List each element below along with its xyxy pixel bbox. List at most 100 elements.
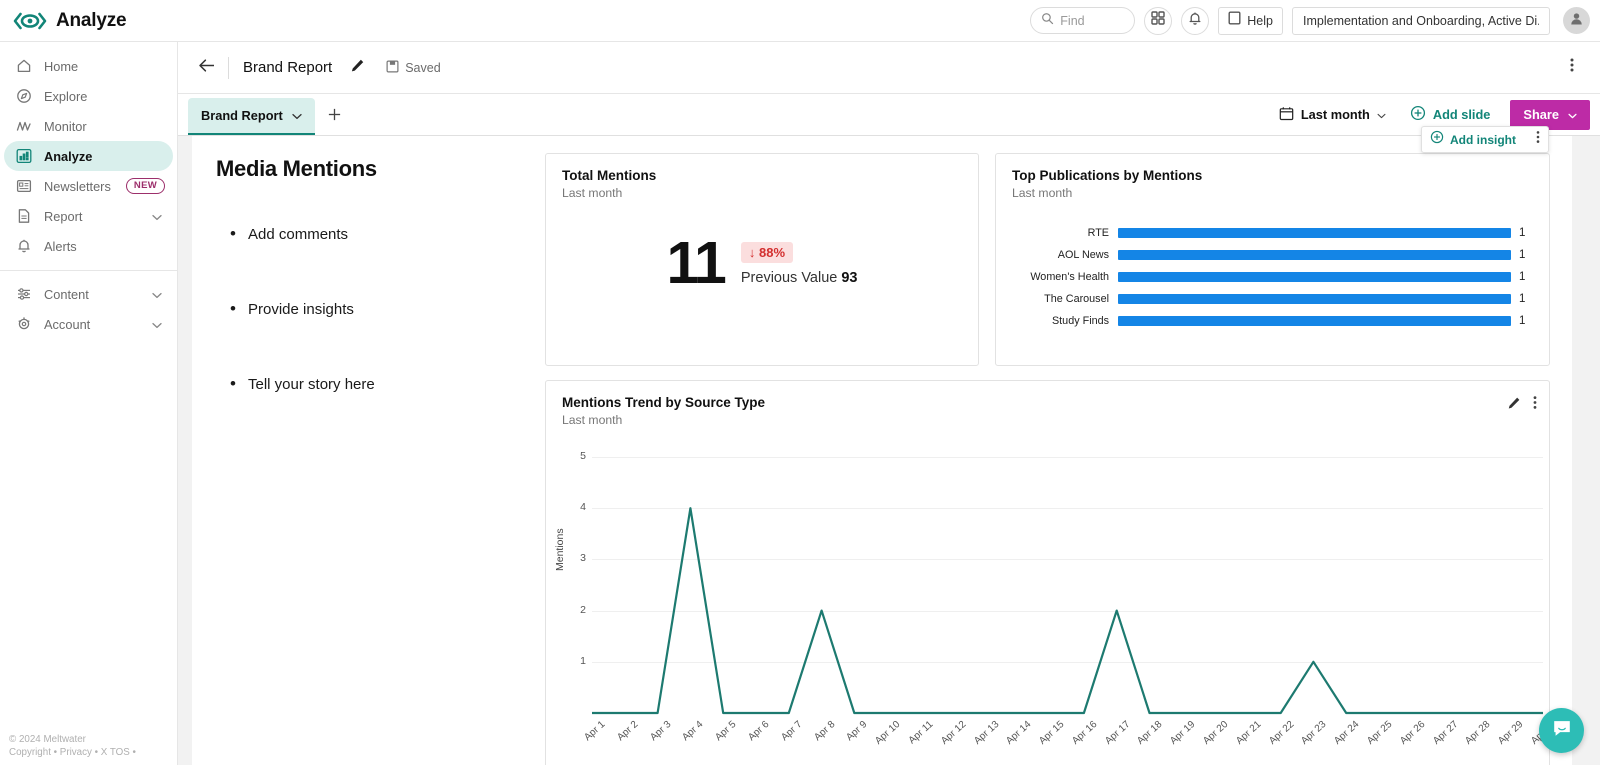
- sliders-icon: [16, 286, 32, 302]
- x-axis-tick: Apr 25: [1365, 719, 1395, 747]
- sidebar-item-newsletters[interactable]: Newsletters NEW: [4, 171, 173, 201]
- arrow-left-icon: [198, 58, 216, 78]
- x-axis: Apr 1 Apr 2 Apr 3 Apr 4 Apr 5 Apr 6 Apr 7 Apr 8…: [582, 713, 1558, 765]
- page-title: Brand Report: [243, 59, 333, 76]
- bar-track: [1118, 244, 1511, 266]
- date-range-picker[interactable]: Last month: [1267, 100, 1398, 130]
- chevron-down-icon: [152, 209, 162, 224]
- kebab-menu-icon[interactable]: [1536, 130, 1540, 149]
- date-range-label: Last month: [1300, 107, 1370, 122]
- card-subtitle: Last month: [1012, 186, 1073, 200]
- x-axis-tick: Apr 12: [938, 719, 969, 747]
- bar-category-label: RTE: [1087, 227, 1109, 239]
- save-status: Saved: [386, 60, 441, 76]
- sidebar-item-label: Monitor: [44, 118, 87, 134]
- avatar[interactable]: [1563, 7, 1590, 34]
- chat-bubble-icon: [1551, 717, 1573, 744]
- bar-value-label: 1: [1519, 227, 1526, 239]
- card-mentions-trend[interactable]: Mentions Trend by Source Type Last month…: [545, 380, 1558, 765]
- pencil-icon[interactable]: [1507, 396, 1521, 415]
- global-header: Analyze Find Help Implementation and Onb…: [0, 0, 1600, 42]
- slide-toolbar: Brand Report Last month Add slide Share: [178, 94, 1600, 136]
- status-badge: NEW: [125, 178, 165, 194]
- chevron-down-icon: [1568, 107, 1577, 122]
- user-avatar-icon: [1569, 11, 1584, 31]
- notifications-button[interactable]: [1181, 6, 1210, 35]
- slide-heading: Media Mentions: [216, 156, 377, 181]
- x-axis-tick: Apr 29: [1496, 719, 1526, 747]
- x-axis-tick: Apr 8: [811, 719, 837, 744]
- search-placeholder: Find: [1060, 13, 1085, 28]
- add-slide-button[interactable]: Add slide: [1398, 100, 1503, 130]
- bar-fill[interactable]: [1118, 294, 1511, 304]
- sidebar-item-alerts[interactable]: Alerts: [4, 231, 173, 261]
- x-axis-tick: Apr 27: [1430, 719, 1460, 747]
- sidebar-item-label: Account: [44, 316, 91, 332]
- add-slide-label: Add slide: [1432, 107, 1491, 122]
- bar-chart-row: Study Finds 1: [996, 310, 1533, 332]
- account-label: Implementation and Onboarding, Active Di…: [1303, 13, 1539, 28]
- card-top-publications[interactable]: Top Publications by Mentions Last month …: [995, 153, 1550, 366]
- sidebar-item-content[interactable]: Content: [4, 279, 173, 309]
- x-axis-tick: Apr 3: [647, 719, 673, 744]
- sidebar-item-report[interactable]: Report: [4, 201, 173, 231]
- bar-fill[interactable]: [1118, 228, 1511, 238]
- bar-track: [1118, 288, 1511, 310]
- card-subtitle: Last month: [562, 413, 623, 427]
- x-axis-tick: Apr 14: [1004, 719, 1034, 747]
- back-button[interactable]: [194, 55, 220, 81]
- sidebar-item-monitor[interactable]: Monitor: [4, 111, 173, 141]
- sidebar-item-explore[interactable]: Explore: [4, 81, 173, 111]
- slide-text-panel[interactable]: Media Mentions Add comments Provide insi…: [216, 156, 526, 451]
- rename-report-button[interactable]: [346, 57, 368, 79]
- bar-category-label: AOL News: [1057, 249, 1109, 261]
- save-status-label: Saved: [405, 60, 441, 75]
- kebab-menu-icon[interactable]: [1533, 395, 1537, 415]
- legal-links[interactable]: Copyright • Privacy • X TOS •: [9, 746, 169, 759]
- bar-chart-row: RTE 1: [996, 222, 1533, 244]
- chevron-down-icon[interactable]: [292, 108, 302, 123]
- card-title: Top Publications by Mentions: [1012, 168, 1203, 183]
- copyright-text: © 2024 Meltwater: [9, 734, 86, 745]
- sidebar: Home Explore Monitor Analyze Newsletters…: [0, 42, 178, 765]
- bar-fill[interactable]: [1118, 250, 1511, 260]
- tab-brand-report[interactable]: Brand Report: [188, 98, 315, 135]
- bar-fill[interactable]: [1118, 272, 1511, 282]
- card-total-mentions[interactable]: Total Mentions Last month 11 ↓ 88% Previ…: [545, 153, 979, 366]
- bar-chart-row: Women's Health 1: [996, 266, 1533, 288]
- x-axis-tick: Apr 2: [615, 719, 641, 744]
- brand[interactable]: Analyze: [0, 10, 127, 32]
- account-selector[interactable]: Implementation and Onboarding, Active Di…: [1292, 6, 1550, 35]
- x-axis-tick: Apr 15: [1037, 719, 1067, 747]
- chat-launcher-button[interactable]: [1539, 708, 1584, 753]
- sidebar-item-account[interactable]: Account: [4, 309, 173, 339]
- kpi-previous-value: 93: [841, 269, 858, 286]
- share-button[interactable]: Share: [1510, 99, 1590, 130]
- report-menu-button[interactable]: [1560, 56, 1584, 80]
- apps-button[interactable]: [1144, 6, 1173, 35]
- help-label: Help: [1247, 13, 1273, 28]
- sidebar-item-home[interactable]: Home: [4, 51, 173, 81]
- line-chart-mentions-trend: Mentions 1 2 3 4 5 Apr 1 Apr 2 Apr 3 Apr 4 Apr 5A…: [546, 443, 1558, 765]
- add-insight-popover[interactable]: Add insight: [1421, 126, 1549, 153]
- sidebar-primary-group: Home Explore Monitor Analyze Newsletters…: [0, 42, 177, 339]
- bar-category-label: The Carousel: [1044, 293, 1109, 305]
- sidebar-item-label: Alerts: [44, 238, 77, 254]
- bar-fill[interactable]: [1118, 316, 1511, 326]
- add-tab-button[interactable]: [315, 98, 354, 135]
- kpi-previous: Previous Value 93: [741, 270, 858, 286]
- x-axis-tick: Apr 19: [1168, 719, 1198, 747]
- x-axis-tick: Apr 28: [1463, 719, 1493, 747]
- bar-chart-top-publications: RTE 1 AOL News 1 Women's Health 1 The Carousel…: [996, 222, 1549, 332]
- gear-icon: [16, 316, 32, 332]
- x-axis-tick: Apr 1: [582, 719, 608, 744]
- search-input[interactable]: Find: [1030, 7, 1136, 34]
- y-axis-label: Mentions: [554, 528, 566, 571]
- y-axis-tick: 1: [580, 654, 586, 667]
- kebab-menu-icon: [1570, 57, 1574, 78]
- grid-apps-icon: [1151, 11, 1165, 30]
- bar-value-label: 1: [1519, 293, 1526, 305]
- help-button[interactable]: Help: [1218, 6, 1283, 35]
- status-badge: ↓ 88%: [740, 241, 794, 263]
- sidebar-item-analyze[interactable]: Analyze: [4, 141, 173, 171]
